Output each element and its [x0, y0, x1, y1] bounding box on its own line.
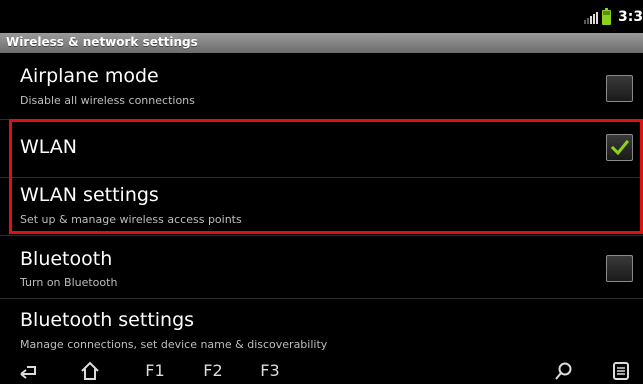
setting-title: Bluetooth settings — [20, 309, 195, 331]
setting-wlan-settings[interactable]: WLAN settings Set up & manage wireless a… — [0, 178, 643, 235]
back-button[interactable] — [18, 360, 38, 382]
title-bar: Wireless & network settings — [0, 33, 643, 53]
signal-icon — [584, 12, 598, 24]
f1-button[interactable]: F1 — [143, 360, 167, 382]
setting-title: WLAN — [20, 136, 78, 158]
setting-summary: Set up & manage wireless access points — [20, 213, 242, 226]
f2-button[interactable]: F2 — [201, 360, 225, 382]
home-button[interactable] — [80, 360, 100, 382]
clock: 3:33 — [618, 9, 643, 25]
battery-icon — [602, 8, 611, 25]
search-icon — [555, 362, 572, 380]
setting-summary: Turn on Bluetooth — [20, 276, 118, 289]
checkmark-icon — [611, 140, 629, 155]
setting-title: Bluetooth — [20, 248, 113, 270]
setting-wlan[interactable]: WLAN — [0, 120, 643, 177]
menu-button[interactable] — [611, 360, 631, 382]
wlan-checkbox[interactable] — [606, 134, 633, 161]
back-icon — [20, 366, 36, 379]
page-title: Wireless & network settings — [6, 35, 198, 49]
setting-bluetooth[interactable]: Bluetooth Turn on Bluetooth — [0, 236, 643, 298]
bluetooth-checkbox[interactable] — [606, 255, 633, 282]
search-button[interactable] — [554, 360, 574, 382]
navigation-bar: F1 F2 F3 — [0, 356, 643, 384]
setting-title: WLAN settings — [20, 184, 159, 206]
settings-screen: 3:33 Wireless & network settings Airplan… — [0, 0, 643, 384]
f3-button[interactable]: F3 — [258, 360, 282, 382]
home-icon — [81, 361, 99, 380]
setting-summary: Manage connections, set device name & di… — [20, 338, 328, 351]
setting-airplane-mode[interactable]: Airplane mode Disable all wireless conne… — [0, 53, 643, 119]
setting-title: Airplane mode — [20, 65, 159, 87]
airplane-mode-checkbox[interactable] — [606, 75, 633, 102]
setting-bluetooth-settings[interactable]: Bluetooth settings Manage connections, s… — [0, 299, 643, 356]
status-bar: 3:33 — [0, 0, 643, 33]
setting-summary: Disable all wireless connections — [20, 94, 195, 107]
menu-icon — [613, 362, 629, 380]
